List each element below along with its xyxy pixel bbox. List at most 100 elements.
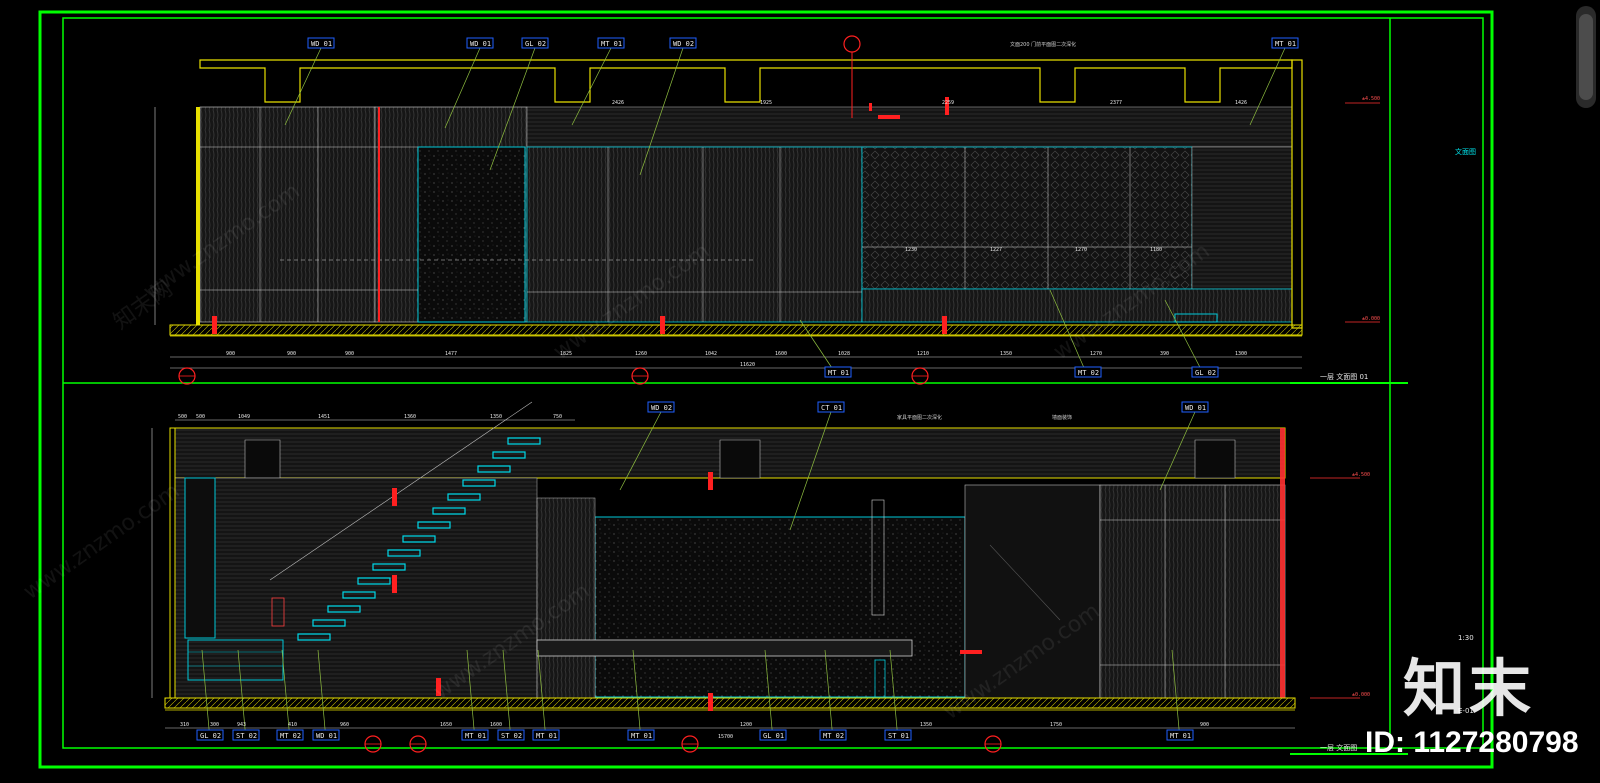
- upper-level-bottom: ±0.000: [1362, 316, 1380, 322]
- upper-right-wall: [1291, 59, 1303, 329]
- dimension-label: 1426: [1235, 100, 1247, 106]
- cad-drawing-canvas[interactable]: ±4.500 ±0.000 11620 一层 文面图 01 ±4.500 ±0.…: [0, 0, 1600, 783]
- material-tag: WD 01: [1185, 404, 1206, 412]
- upper-overall-dim: 11620: [740, 362, 755, 368]
- material-tag: WD 01: [316, 732, 337, 740]
- brand-logo: 知末: [1403, 652, 1536, 725]
- upper-ceiling-line: [199, 59, 1293, 103]
- dimension-label: 943: [237, 722, 246, 728]
- dimension-label: 960: [340, 722, 349, 728]
- upper-top-dimensions: 2426 1925 2259 2377 1426: [612, 100, 1247, 106]
- dimension-label: 310: [180, 722, 189, 728]
- material-tag: GL 02: [525, 40, 546, 48]
- upper-elevation: ±4.500 ±0.000 11620 一层 文面图 01: [154, 35, 1408, 384]
- material-tag: MT 01: [465, 732, 486, 740]
- dimension-label: 1260: [635, 351, 647, 357]
- dimension-label: 1270: [1075, 247, 1087, 253]
- lower-tag-note-2: 墙面装饰: [1052, 414, 1072, 421]
- dimension-label: 1925: [760, 100, 772, 106]
- material-tag: MT 01: [1170, 732, 1191, 740]
- material-tag: ST 02: [501, 732, 522, 740]
- material-tag: GL 02: [200, 732, 221, 740]
- upper-diamond-panel: [861, 146, 1193, 290]
- upper-left-wall: [196, 107, 200, 325]
- upper-tag-note: 文面200 门前平面图二次深化: [1010, 41, 1076, 48]
- dimension-label: 1350: [490, 414, 502, 420]
- material-tag: WD 02: [673, 40, 694, 48]
- material-tag: MT 02: [1078, 369, 1099, 377]
- upper-hwood-right: [1191, 146, 1293, 290]
- material-tag: MT 01: [828, 369, 849, 377]
- dimension-label: 500: [196, 414, 205, 420]
- upper-stone-panel: [417, 146, 526, 323]
- upper-vertical-slats: [526, 146, 863, 323]
- dimension-label: 1477: [445, 351, 457, 357]
- material-tag: WD 01: [311, 40, 332, 48]
- lower-level-top: ±4.500: [1352, 472, 1370, 478]
- dimension-label: 300: [210, 722, 219, 728]
- dimension-label: 900: [287, 351, 296, 357]
- dimension-label: 1300: [1235, 351, 1247, 357]
- dimension-label: 1230: [905, 247, 917, 253]
- dimension-label: 1042: [705, 351, 717, 357]
- dimension-label: 1180: [1150, 247, 1162, 253]
- material-tag: MT 01: [1275, 40, 1296, 48]
- scrollbar-thumb[interactable]: [1579, 14, 1593, 100]
- lower-wood-panel-right: [1099, 484, 1286, 699]
- material-tag: MT 02: [823, 732, 844, 740]
- dimension-label: 1750: [1050, 722, 1062, 728]
- dimension-label: 1049: [238, 414, 250, 420]
- lower-elevation-title: 一层 文面图: [1320, 743, 1357, 752]
- upper-floor-slab: [169, 324, 1303, 336]
- svg-text:www.znzmo.com: www.znzmo.com: [19, 479, 184, 605]
- dimension-label: 900: [1200, 722, 1209, 728]
- lower-stone-panel: [594, 516, 966, 698]
- lower-level-bottom: ±0.000: [1352, 692, 1370, 698]
- lower-bench: [536, 639, 913, 657]
- dimension-label: 1650: [440, 722, 452, 728]
- dimension-label: 1451: [318, 414, 330, 420]
- material-tag: GL 02: [1195, 369, 1216, 377]
- dimension-label: 1200: [740, 722, 752, 728]
- dimension-label: 1600: [775, 351, 787, 357]
- lower-top-dimensions: 500 500 1049 1451 1360 1350 750: [178, 414, 562, 420]
- material-tag: MT 01: [631, 732, 652, 740]
- upper-base-band: [861, 288, 1293, 323]
- dimension-label: 1360: [404, 414, 416, 420]
- lower-tag-note: 家具平面图二次深化: [897, 414, 942, 421]
- lower-bottom-dimensions: 310 300 943 410 960 1650 1600 1200 1350 1750 900: [180, 722, 1209, 728]
- dimension-label: 1350: [920, 722, 932, 728]
- dimension-label: 900: [345, 351, 354, 357]
- lower-overall-dim: 15700: [718, 734, 733, 740]
- dimension-label: 750: [553, 414, 562, 420]
- dimension-label: 2259: [942, 100, 954, 106]
- dimension-label: 390: [1160, 351, 1169, 357]
- material-tag: MT 02: [280, 732, 301, 740]
- upper-level-top: ±4.500: [1362, 96, 1380, 102]
- material-tag: ST 01: [888, 732, 909, 740]
- dimension-label: 2426: [612, 100, 624, 106]
- dimension-label: 410: [288, 722, 297, 728]
- dimension-label: 1600: [490, 722, 502, 728]
- sidebar-label: 文面图: [1455, 147, 1476, 156]
- material-tag: WD 01: [470, 40, 491, 48]
- material-tag: WD 02: [651, 404, 672, 412]
- resource-id: ID: 1127280798: [1365, 726, 1579, 759]
- dimension-label: 1210: [917, 351, 929, 357]
- material-tag: GL 01: [763, 732, 784, 740]
- material-tag: MT 01: [601, 40, 622, 48]
- material-tag: MT 01: [536, 732, 557, 740]
- material-tag: CT 01: [821, 404, 842, 412]
- dimension-label: 900: [226, 351, 235, 357]
- lower-elevation: ±4.500 ±0.000 15700 一层 文面图: [151, 401, 1408, 755]
- upper-hwood-band: [526, 106, 1293, 148]
- dimension-label: 1350: [1000, 351, 1012, 357]
- lower-left-cabinet: [184, 477, 216, 639]
- dimension-label: 2377: [1110, 100, 1122, 106]
- upper-bottom-dimensions: 900 900 900 1477 1825 1260 1042 1600 1028 1210 135…: [226, 351, 1247, 357]
- dimension-label: 1227: [990, 247, 1002, 253]
- dimension-label: 500: [178, 414, 187, 420]
- dimension-label: 1270: [1090, 351, 1102, 357]
- vertical-scrollbar[interactable]: [1576, 6, 1596, 108]
- upper-elevation-title: 一层 文面图 01: [1320, 372, 1368, 381]
